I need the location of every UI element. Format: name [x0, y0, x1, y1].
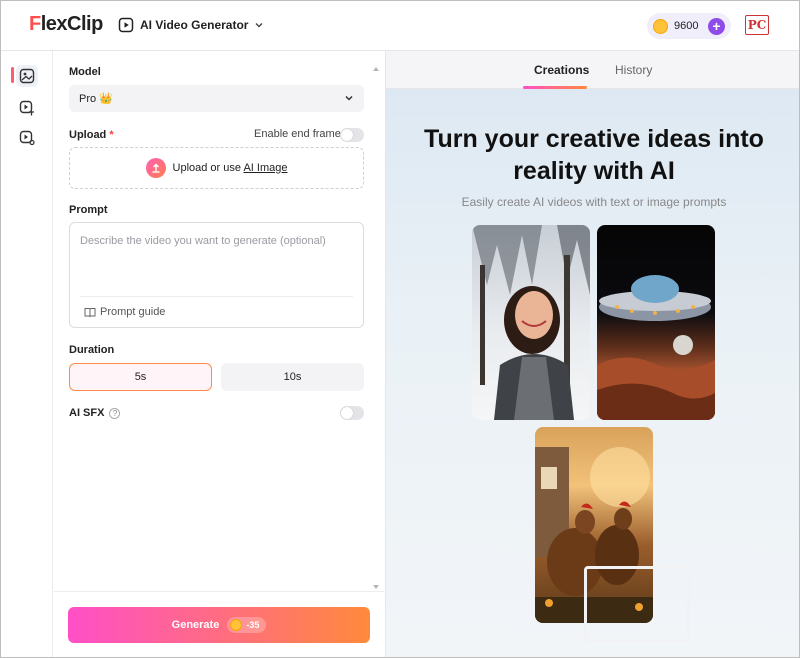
hero-subtitle: Easily create AI videos with text or ima… — [461, 195, 727, 209]
text-to-video-tool[interactable] — [16, 97, 38, 119]
upload-dropzone[interactable]: Upload or use AI Image — [69, 147, 364, 189]
sample-video-snow-portrait[interactable] — [472, 225, 590, 420]
top-bar: FlexClip AI Video Generator 9600 + PC — [1, 1, 799, 51]
tab-creations[interactable]: Creations — [534, 63, 589, 77]
chevron-down-icon — [255, 23, 263, 28]
prompt-label: Prompt — [69, 204, 108, 216]
logo-initial: F — [29, 13, 41, 35]
coin-icon — [230, 619, 243, 631]
ai-sfx-text: AI SFX — [69, 407, 105, 419]
showcase-area: Creations History Turn your creative ide… — [385, 51, 799, 657]
text-video-icon — [19, 100, 34, 116]
ai-effects-tool[interactable] — [16, 127, 38, 149]
app-switcher[interactable]: AI Video Generator — [118, 17, 264, 33]
chevron-down-icon — [345, 95, 353, 101]
model-label: Model — [69, 66, 101, 78]
end-frame-label: Enable end frame — [254, 128, 341, 140]
duration-5s-button[interactable]: 5s — [69, 363, 212, 391]
prompt-guide-link[interactable]: Prompt guide — [84, 306, 165, 318]
model-select[interactable]: Pro 👑 — [69, 85, 364, 112]
help-icon[interactable]: ? — [109, 407, 121, 419]
add-credits-button[interactable]: + — [708, 18, 725, 35]
logo-rest: lexClip — [40, 13, 104, 35]
image-to-video-tool[interactable] — [16, 65, 38, 87]
sample-video-ufo-desert[interactable] — [597, 225, 715, 420]
app-name: AI Video Generator — [140, 18, 249, 32]
credits-count: 9600 — [674, 20, 699, 32]
active-tab-underline — [523, 86, 587, 89]
video-ai-icon — [118, 17, 134, 33]
generator-panel: Model Pro 👑 Upload * Enable end frame Up… — [54, 51, 384, 657]
duration-10s-button[interactable]: 10s — [221, 363, 364, 391]
decorative-frame — [584, 566, 690, 642]
scroll-down-arrow[interactable] — [373, 585, 379, 589]
prompt-divider — [80, 296, 353, 297]
book-icon — [84, 307, 96, 317]
prompt-textarea[interactable]: Describe the video you want to generate … — [69, 222, 364, 328]
flexclip-logo[interactable]: FlexClip — [29, 13, 103, 36]
generate-label: Generate — [171, 619, 220, 631]
ai-sfx-label: AI SFX? — [69, 407, 121, 419]
video-sparkle-icon — [19, 130, 35, 146]
ai-sfx-toggle[interactable] — [340, 406, 364, 420]
tab-history[interactable]: History — [615, 63, 652, 77]
hero-title: Turn your creative ideas into reality wi… — [424, 125, 764, 185]
active-indicator — [11, 67, 14, 83]
pc-badge: PC — [745, 15, 769, 35]
coin-icon — [653, 18, 668, 34]
upload-label: Upload * — [69, 129, 114, 141]
upload-icon — [145, 158, 166, 178]
cost-value: -35 — [246, 620, 260, 630]
credits-pill[interactable]: 9600 + — [647, 13, 731, 39]
upload-label-text: Upload — [69, 129, 107, 141]
tool-rail — [1, 51, 53, 657]
prompt-placeholder: Describe the video you want to generate … — [80, 235, 326, 247]
cost-badge: -35 — [227, 617, 267, 633]
image-video-icon — [19, 68, 35, 84]
duration-label: Duration — [69, 344, 115, 356]
generate-divider — [54, 591, 384, 592]
scroll-up-arrow[interactable] — [373, 67, 379, 71]
model-value: Pro 👑 — [79, 93, 113, 105]
tab-bar: Creations History — [386, 51, 799, 89]
upload-prefix: Upload or use — [172, 162, 244, 174]
panel-scrollbar[interactable] — [372, 63, 380, 593]
ai-image-link[interactable]: AI Image — [243, 162, 287, 174]
generate-button[interactable]: Generate -35 — [68, 607, 370, 643]
end-frame-toggle[interactable] — [340, 128, 364, 142]
upload-text: Upload or use AI Image — [173, 162, 288, 174]
required-mark: * — [109, 129, 114, 141]
prompt-guide-text: Prompt guide — [100, 306, 166, 318]
app-window: FlexClip AI Video Generator 9600 + PC Mo… — [0, 0, 800, 658]
